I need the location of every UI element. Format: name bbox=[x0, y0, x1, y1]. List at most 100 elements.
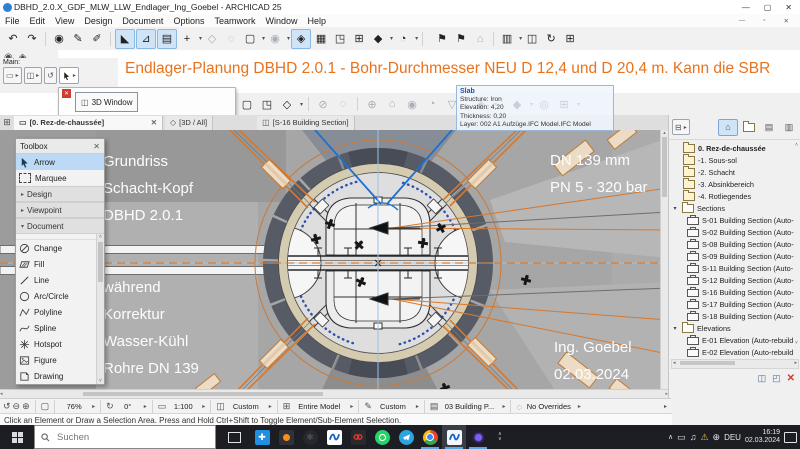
section-item[interactable]: S-12 Building Section (Auto- bbox=[671, 274, 800, 286]
story-item[interactable]: -1. Sous-sol bbox=[671, 154, 800, 166]
rotation-value[interactable]: 0° bbox=[116, 402, 140, 411]
view-settings-button[interactable]: ▭▸ bbox=[3, 67, 22, 84]
3d-window-button[interactable]: ◫ 3D Window bbox=[75, 92, 138, 112]
section-item[interactable]: S-11 Building Section (Auto- bbox=[671, 262, 800, 274]
story-item[interactable]: -2. Schacht bbox=[671, 166, 800, 178]
section-item[interactable]: S-18 Building Section (Auto- bbox=[671, 310, 800, 322]
app-whatsapp[interactable] bbox=[370, 425, 394, 449]
copy-settings-button[interactable]: ◫ bbox=[523, 30, 541, 48]
zoom-3d-button[interactable]: ⊕ bbox=[363, 95, 381, 113]
rebuild-button[interactable]: ↻ bbox=[542, 30, 560, 48]
section-item[interactable]: S-08 Building Section (Auto- bbox=[671, 238, 800, 250]
layout-book-icon[interactable]: ▤ bbox=[760, 120, 778, 135]
tray-clock[interactable]: 16:19 02.03.2024 bbox=[745, 429, 780, 445]
inject-parameters-button[interactable]: ✐ bbox=[88, 30, 106, 48]
story-item[interactable]: -4. Rotliegendes bbox=[671, 190, 800, 202]
section-item[interactable]: S-17 Building Section (Auto- bbox=[671, 298, 800, 310]
shadow-button[interactable]: ◔ bbox=[423, 95, 441, 113]
menu-options[interactable]: Options bbox=[168, 16, 209, 26]
undo-button[interactable]: ↶ bbox=[4, 30, 22, 48]
toolbox-scrollbar[interactable]: ˄˅ bbox=[96, 234, 104, 384]
pick-up-parameters-button[interactable]: ✎ bbox=[69, 30, 87, 48]
elevation-item[interactable]: E-02 Elevation (Auto-rebuild bbox=[671, 346, 800, 358]
tool-spline[interactable]: Spline bbox=[16, 320, 97, 336]
app-toolbox[interactable]: ✚ bbox=[250, 425, 274, 449]
tab-close-icon[interactable]: ✕ bbox=[151, 118, 157, 127]
camera-button[interactable]: ⌂ bbox=[383, 95, 401, 113]
menu-window[interactable]: Window bbox=[260, 16, 302, 26]
zoom-window-button[interactable]: ⊞ bbox=[350, 30, 368, 48]
doc-close-button[interactable]: ✕ bbox=[779, 17, 794, 25]
app-telegram[interactable] bbox=[394, 425, 418, 449]
navigator-vscrollbar[interactable]: ˄˅ bbox=[793, 142, 800, 346]
tool-line[interactable]: Line bbox=[16, 272, 97, 288]
scale-value[interactable]: 1:100 bbox=[168, 402, 198, 411]
navigator-tree-button[interactable]: ⊟▸ bbox=[672, 119, 690, 135]
section-item[interactable]: S-01 Building Section (Auto- bbox=[671, 214, 800, 226]
arrow-tool-button[interactable]: ▸ bbox=[59, 67, 79, 84]
tool-arc-circle[interactable]: Arc/Circle bbox=[16, 288, 97, 304]
project-map-icon[interactable]: ⌂ bbox=[718, 119, 738, 136]
app-archicad[interactable] bbox=[322, 425, 346, 449]
tray-network-icon[interactable]: ⊕ bbox=[713, 432, 721, 443]
menu-edit[interactable]: Edit bbox=[25, 16, 51, 26]
tab-floor-plan[interactable]: ▭[0. Rez-de-chaussée] ✕ bbox=[14, 116, 163, 130]
gravity-button[interactable]: ◇ bbox=[203, 30, 221, 48]
tool-marquee[interactable]: Marquee bbox=[16, 170, 104, 186]
toolbox-group-viewpoint[interactable]: ▸Viewpoint bbox=[16, 202, 104, 218]
tray-expand-icon[interactable]: ∧ bbox=[668, 433, 673, 441]
tray-display-icon[interactable]: ▭ bbox=[677, 432, 686, 443]
toolbox-group-design[interactable]: ▸Design bbox=[16, 186, 104, 202]
toolbox-close-icon[interactable]: ✕ bbox=[93, 142, 100, 151]
tray-security-icon[interactable]: ⚠ bbox=[700, 432, 708, 443]
view-map-icon[interactable] bbox=[740, 120, 758, 135]
dimension-standard[interactable]: 03 Building P... bbox=[440, 402, 498, 411]
tab-section-s16[interactable]: ◫[S-16 Building Section] bbox=[257, 116, 354, 130]
orbit-mode-button[interactable]: ◌ bbox=[334, 95, 352, 113]
layer-combination[interactable]: Custom bbox=[227, 402, 265, 411]
sections-group[interactable]: ▾Sections bbox=[671, 202, 800, 214]
minimize-button[interactable]: — bbox=[742, 3, 750, 12]
renovation-filter-button[interactable]: ◈ bbox=[291, 29, 311, 49]
fly-mode-button[interactable]: ◇ bbox=[278, 95, 296, 113]
maximize-button[interactable]: ▢ bbox=[764, 3, 772, 12]
menu-help[interactable]: Help bbox=[303, 16, 332, 26]
model-filter[interactable]: Entire Model bbox=[292, 402, 346, 411]
gravity-alt-button[interactable]: ◌ bbox=[222, 30, 240, 48]
organize-button[interactable]: ⊞ bbox=[561, 30, 579, 48]
marquee-mode-button[interactable]: ▢ bbox=[241, 30, 259, 48]
app-archicad-active[interactable] bbox=[442, 425, 466, 449]
app-screenshot[interactable] bbox=[274, 425, 298, 449]
section-item[interactable]: S-09 Building Section (Auto- bbox=[671, 250, 800, 262]
story-item[interactable]: 0. Rez-de-chaussée bbox=[671, 142, 800, 154]
zoom-out-icon[interactable]: ⊖ bbox=[13, 401, 21, 412]
tool-drawing[interactable]: Drawing bbox=[16, 368, 97, 384]
menu-document[interactable]: Document bbox=[117, 16, 168, 26]
3d-style-button[interactable]: ▢ bbox=[238, 95, 256, 113]
tool-figure[interactable]: Figure bbox=[16, 352, 97, 368]
menu-view[interactable]: View bbox=[50, 16, 79, 26]
search-input[interactable] bbox=[55, 431, 179, 444]
tab-3d-all[interactable]: ◇[3D / All] bbox=[165, 116, 213, 130]
toolbox-group-document[interactable]: ▾Document bbox=[16, 218, 104, 234]
notification-center-icon[interactable] bbox=[784, 432, 797, 443]
clock-tool-button[interactable]: ◔ bbox=[394, 30, 412, 48]
pan-icon[interactable]: ↺ bbox=[3, 401, 11, 412]
pen-set[interactable]: Custom bbox=[374, 402, 412, 411]
grid-snap-button[interactable]: + bbox=[178, 30, 196, 48]
home-view-button[interactable]: ⌂ bbox=[471, 30, 489, 48]
tool-polyline[interactable]: Polyline bbox=[16, 304, 97, 320]
menu-design[interactable]: Design bbox=[79, 16, 117, 26]
snap-points-button[interactable]: ▤ bbox=[157, 29, 177, 49]
flag-copy-button[interactable]: ⚑ bbox=[452, 30, 470, 48]
fit-view-icon[interactable]: ▢ bbox=[41, 401, 50, 412]
guide-lines-button[interactable]: ◣ bbox=[115, 29, 135, 49]
3d-visualization-button[interactable]: ◆ bbox=[369, 30, 387, 48]
taskbar-search[interactable] bbox=[34, 425, 216, 449]
section-item[interactable]: S-16 Building Section (Auto- bbox=[671, 286, 800, 298]
dimension-style-button[interactable]: ▦ bbox=[312, 30, 330, 48]
task-view-button[interactable] bbox=[222, 425, 246, 449]
tool-change[interactable]: Change bbox=[16, 240, 97, 256]
story-item[interactable]: -3. Absinkbereich bbox=[671, 178, 800, 190]
menu-file[interactable]: File bbox=[0, 16, 25, 26]
